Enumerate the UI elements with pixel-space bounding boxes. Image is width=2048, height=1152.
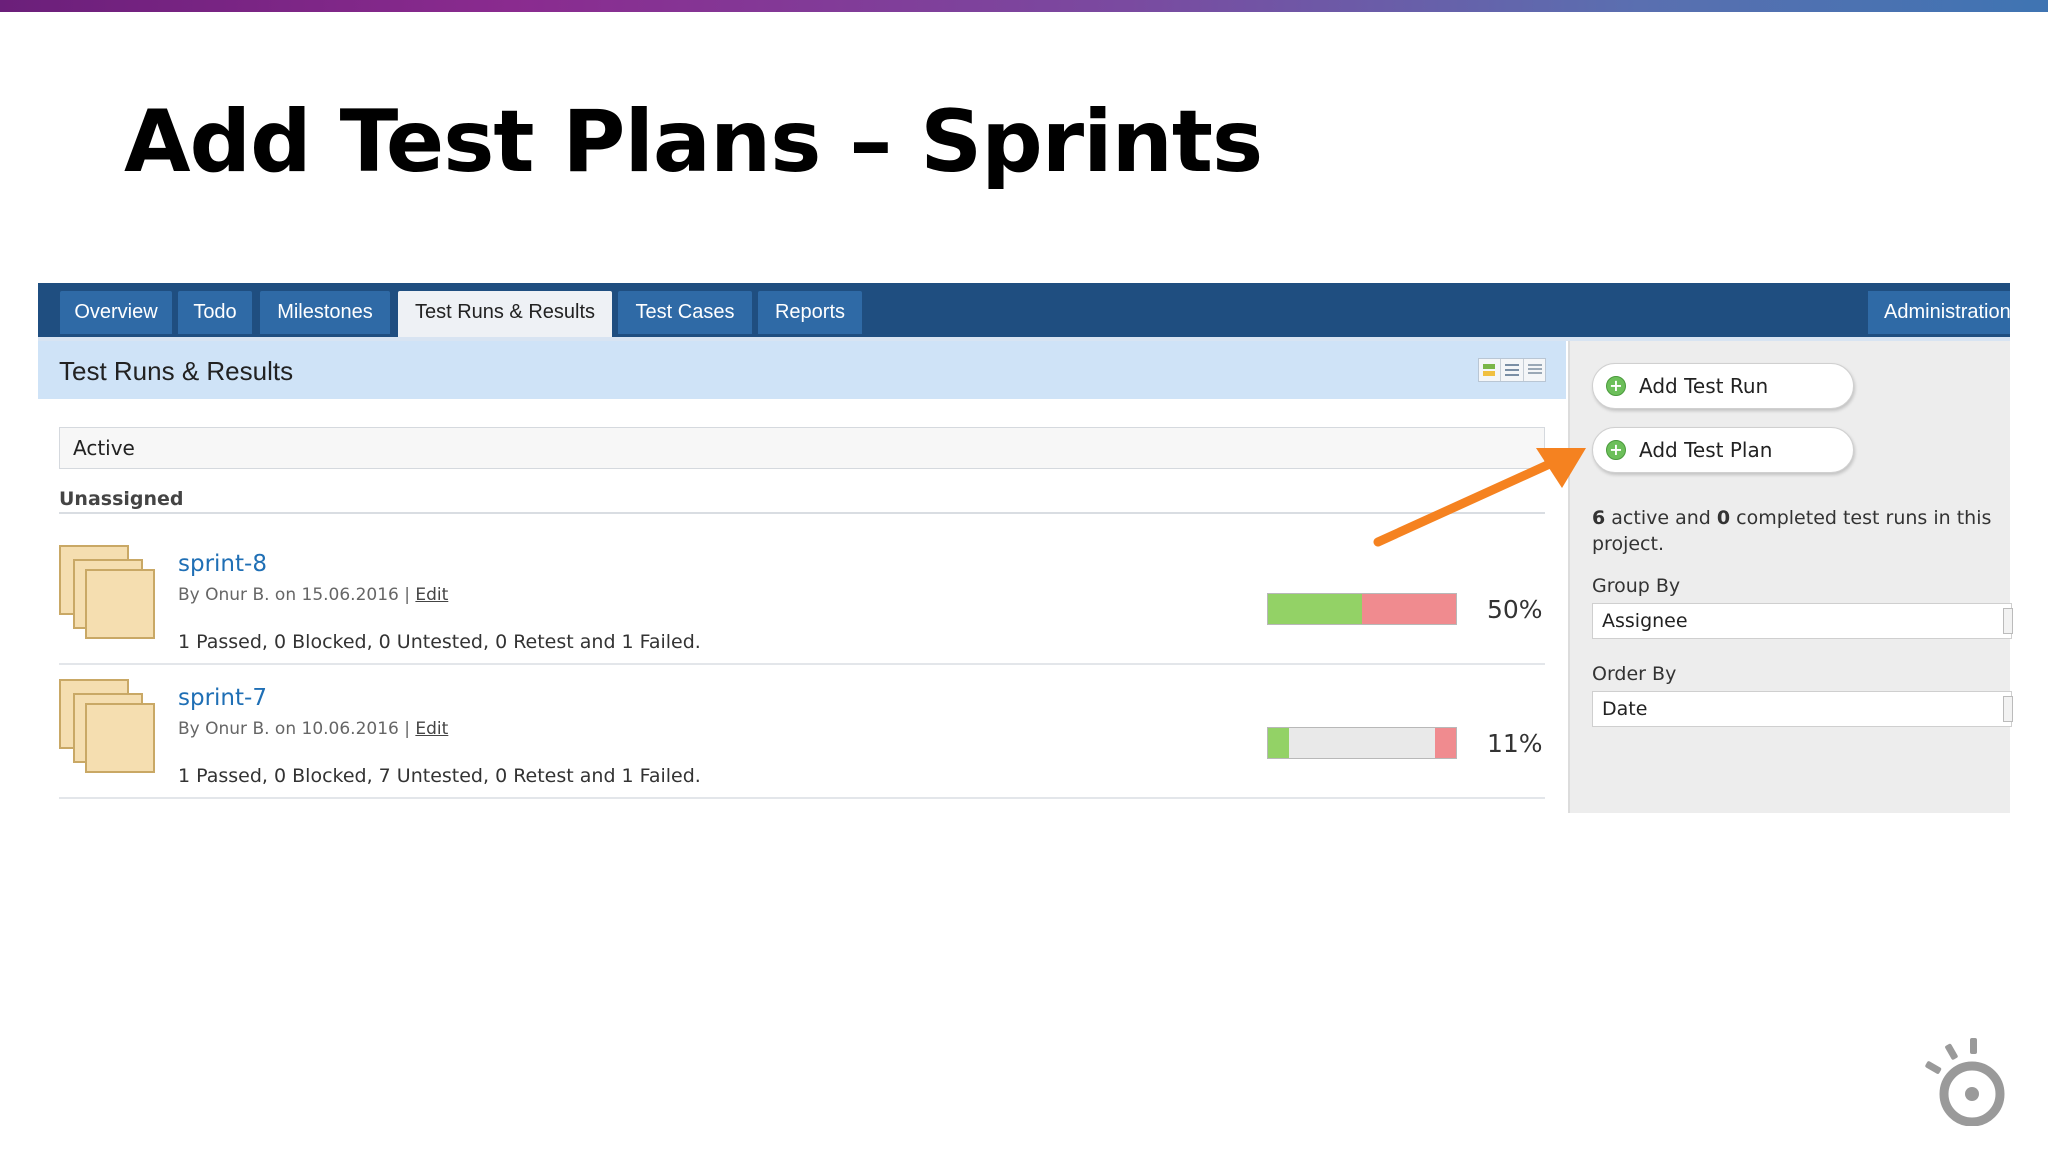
page-header: Test Runs & Results (38, 341, 1566, 399)
folder-stack-icon (59, 679, 157, 777)
folder-stack-icon (59, 545, 157, 643)
brand-logo-icon (1925, 1038, 2005, 1126)
tab-administration[interactable]: Administration (1868, 291, 2010, 334)
order-by-value: Date (1602, 698, 1648, 720)
slide-top-gradient-bar (0, 0, 2048, 12)
tab-todo[interactable]: Todo (178, 291, 252, 334)
completed-count: 0 (1716, 507, 1731, 529)
group-by-select[interactable]: Assignee (1592, 603, 2013, 639)
view-toggle-icon[interactable] (1478, 358, 1546, 382)
annotation-arrow-icon (1373, 448, 1586, 547)
run-name-link[interactable]: sprint-7 (178, 685, 267, 711)
order-by-label: Order By (1592, 663, 1677, 685)
run-stats: 1 Passed, 0 Blocked, 0 Untested, 0 Retes… (178, 631, 701, 653)
test-run-row: sprint-8 By Onur B. on 15.06.2016 | Edit… (59, 531, 1545, 665)
add-test-plan-label: Add Test Plan (1639, 438, 1773, 462)
runs-summary: 6 active and 0 completed test runs in th… (1592, 507, 1992, 555)
progress-bar (1267, 593, 1457, 625)
run-meta: By Onur B. on 10.06.2016 | Edit (178, 719, 448, 739)
progress-percent: 50% (1487, 595, 1543, 624)
group-label-unassigned: Unassigned (59, 488, 184, 510)
group-by-label: Group By (1592, 575, 1681, 597)
group-divider (59, 512, 1545, 514)
run-stats: 1 Passed, 0 Blocked, 7 Untested, 0 Retes… (178, 765, 701, 787)
progress-percent: 11% (1487, 729, 1543, 758)
progress-passed-segment (1268, 728, 1289, 758)
progress-failed-segment (1435, 728, 1456, 758)
progress-passed-segment (1268, 594, 1362, 624)
run-meta: By Onur B. on 15.06.2016 | Edit (178, 585, 448, 605)
tab-test-runs-results[interactable]: Test Runs & Results (398, 291, 612, 337)
add-test-run-button[interactable]: + Add Test Run (1592, 363, 1854, 409)
progress-failed-segment (1362, 594, 1456, 624)
page-title: Test Runs & Results (59, 356, 294, 386)
main-content: Test Runs & Results Active Unassigned sp… (38, 341, 1566, 813)
active-filter-header[interactable]: Active (59, 427, 1545, 469)
sidebar: + Add Test Run + Add Test Plan 6 active … (1568, 341, 2013, 813)
run-name-link[interactable]: sprint-8 (178, 551, 267, 577)
dropdown-caret-icon[interactable] (2003, 608, 2013, 634)
add-test-plan-button[interactable]: + Add Test Plan (1592, 427, 1854, 473)
add-circle-icon: + (1606, 376, 1626, 396)
group-by-value: Assignee (1602, 610, 1688, 632)
edit-link[interactable]: Edit (415, 719, 448, 739)
detail-view-icon[interactable] (1524, 359, 1545, 381)
slide-title: Add Test Plans – Sprints (124, 92, 1263, 192)
progress-bar (1267, 727, 1457, 759)
run-author-date: By Onur B. on 15.06.2016 | (178, 585, 410, 605)
tab-overview[interactable]: Overview (60, 291, 172, 334)
add-test-run-label: Add Test Run (1639, 374, 1769, 398)
top-navigation-bar: Overview Todo Milestones Test Runs & Res… (38, 283, 2010, 337)
tab-milestones[interactable]: Milestones (260, 291, 390, 334)
list-view-icon[interactable] (1501, 359, 1524, 381)
edit-link[interactable]: Edit (415, 585, 448, 605)
progress-untested-segment (1288, 728, 1436, 758)
dropdown-caret-icon[interactable] (2003, 696, 2013, 722)
tab-test-cases[interactable]: Test Cases (618, 291, 752, 334)
testrail-window: Overview Todo Milestones Test Runs & Res… (38, 283, 2013, 813)
add-circle-icon: + (1606, 440, 1626, 460)
run-author-date: By Onur B. on 10.06.2016 | (178, 719, 410, 739)
compact-view-icon[interactable] (1479, 359, 1502, 381)
test-run-row: sprint-7 By Onur B. on 10.06.2016 | Edit… (59, 665, 1545, 799)
order-by-select[interactable]: Date (1592, 691, 2013, 727)
tab-reports[interactable]: Reports (758, 291, 862, 334)
